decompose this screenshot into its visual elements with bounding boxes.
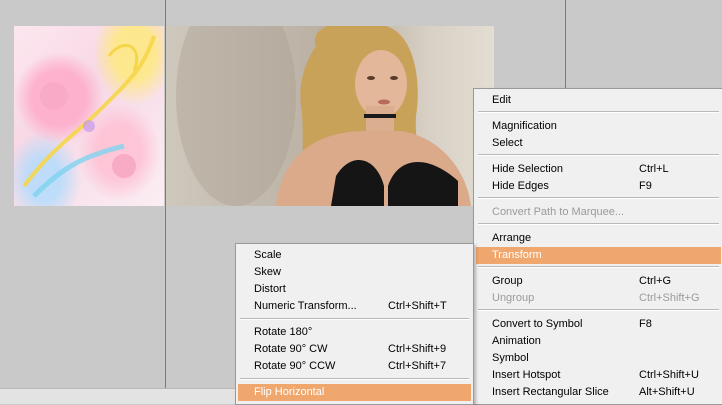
menu-item-rotate-90-ccw[interactable]: Rotate 90° CCW Ctrl+Shift+7 [238,358,471,375]
menu-separator [478,266,719,268]
menu-item-hide-selection[interactable]: Hide Selection Ctrl+L [476,161,721,178]
menu-separator [478,154,719,156]
menu-item-symbol[interactable]: Symbol [476,350,721,367]
transform-submenu: Scale Skew Distort Numeric Transform... C… [235,243,474,405]
menu-separator [240,318,469,320]
menu-item-transform[interactable]: Transform [476,247,721,264]
menu-item-hide-edges[interactable]: Hide Edges F9 [476,178,721,195]
menu-separator [478,197,719,199]
menu-item-convert-path-to-marquee[interactable]: Convert Path to Marquee... [476,204,721,221]
menu-separator [478,223,719,225]
menu-item-numeric-transform[interactable]: Numeric Transform... Ctrl+Shift+T [238,298,471,315]
portrait-photo[interactable] [166,26,494,206]
menu-item-skew[interactable]: Skew [238,264,471,281]
menu-item-ungroup[interactable]: Ungroup Ctrl+Shift+G [476,290,721,307]
menu-item-convert-to-symbol[interactable]: Convert to Symbol F8 [476,316,721,333]
menu-item-arrange[interactable]: Arrange [476,230,721,247]
menu-separator [240,378,469,380]
menu-item-edit[interactable]: Edit [476,92,721,109]
decorative-floral-image[interactable] [14,26,164,206]
menu-item-flip-horizontal[interactable]: Flip Horizontal [238,384,471,401]
menu-item-insert-rectangular-slice[interactable]: Insert Rectangular Slice Alt+Shift+U [476,384,721,401]
context-menu: Edit Magnification Select Hide Selection… [473,88,722,405]
menu-separator [478,111,719,113]
menu-item-rotate-90-cw[interactable]: Rotate 90° CW Ctrl+Shift+9 [238,341,471,358]
menu-item-distort[interactable]: Distort [238,281,471,298]
menu-item-select[interactable]: Select [476,135,721,152]
menu-item-rotate-180[interactable]: Rotate 180° [238,324,471,341]
menu-item-group[interactable]: Group Ctrl+G [476,273,721,290]
menu-item-magnification[interactable]: Magnification [476,118,721,135]
menu-item-insert-hotspot[interactable]: Insert Hotspot Ctrl+Shift+U [476,367,721,384]
menu-item-scale[interactable]: Scale [238,247,471,264]
menu-item-animation[interactable]: Animation [476,333,721,350]
menu-separator [478,309,719,311]
